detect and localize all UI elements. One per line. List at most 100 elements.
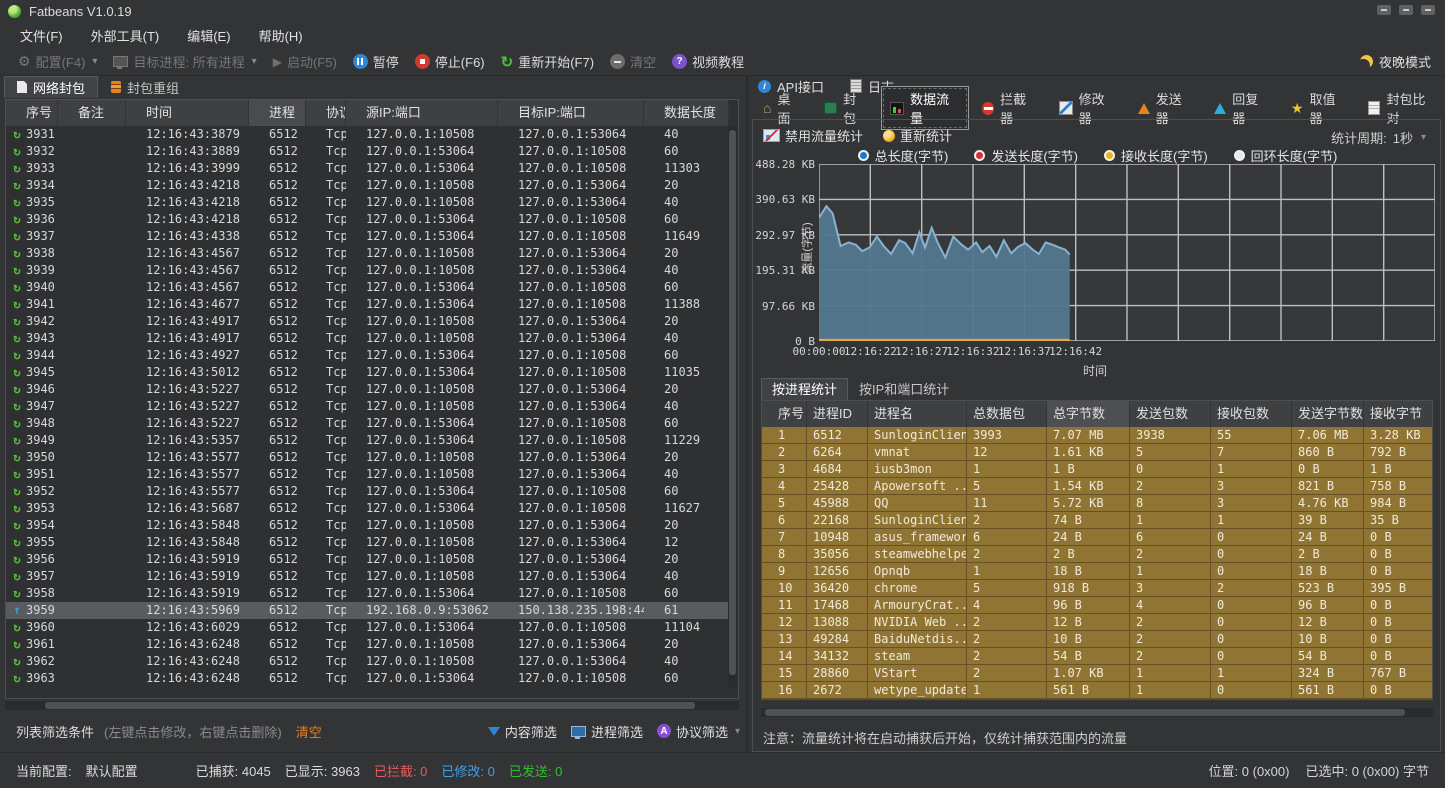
menu-item-3[interactable]: 帮助(H) [259,26,303,45]
packet-row[interactable]: ↻394512:16:43:50126512 (...Tcp127.0.0.1:… [6,364,729,381]
stats-row[interactable]: 1349284BaiduNetdis...210 B2010 B0 B [762,631,1432,648]
stats-column-header-4[interactable]: 总字节数 [1047,401,1130,427]
stats-column-header-0[interactable]: 序号 [762,401,807,427]
stats-row[interactable]: 1117468ArmouryCrat...496 B4096 B0 B [762,597,1432,614]
packet-row[interactable]: ↻394812:16:43:52276512 (...Tcp127.0.0.1:… [6,415,729,432]
column-header-5[interactable]: 源IP:端口 [346,100,498,126]
packet-row[interactable]: ↻395612:16:43:59196512 (...Tcp127.0.0.1:… [6,551,729,568]
minimize-button[interactable] [1377,5,1391,15]
stats-column-header-6[interactable]: 接收包数 [1211,401,1292,427]
packet-row[interactable]: ↻394712:16:43:52276512 (...Tcp127.0.0.1:… [6,398,729,415]
packet-row[interactable]: ↻396112:16:43:62486512 (...Tcp127.0.0.1:… [6,636,729,653]
stats-row[interactable]: 622168SunloginClient274 B1139 B35 B [762,512,1432,529]
target-process-selector[interactable]: 目标进程: 所有进程 [113,52,256,71]
disable-stats-button[interactable]: 禁用流量统计 [763,126,863,145]
column-header-0[interactable]: 序号 [6,100,58,126]
packet-row[interactable]: ↻395212:16:43:55776512 (...Tcp127.0.0.1:… [6,483,729,500]
night-mode-toggle[interactable]: 夜晚模式 [1360,52,1431,71]
column-header-1[interactable]: 备注 [58,100,126,126]
stats-row[interactable]: 1434132steam254 B2054 B0 B [762,648,1432,665]
vertical-scrollbar[interactable] [728,126,737,687]
packet-row[interactable]: ↻395812:16:43:59196512 (...Tcp127.0.0.1:… [6,585,729,602]
stop-button[interactable]: 停止(F6) [415,52,485,71]
stats-row[interactable]: 162672wetype_update1561 B10561 B0 B [762,682,1432,699]
stats-row[interactable]: 1213088NVIDIA Web ...212 B2012 B0 B [762,614,1432,631]
menu-item-1[interactable]: 外部工具(T) [91,26,160,45]
stats-row[interactable]: 34684iusb3mon11 B010 B1 B [762,461,1432,478]
packet-row[interactable]: ↻394312:16:43:49176512 (...Tcp127.0.0.1:… [6,330,729,347]
packet-row[interactable]: ↻394212:16:43:49176512 (...Tcp127.0.0.1:… [6,313,729,330]
maximize-button[interactable] [1399,5,1413,15]
packet-row[interactable]: ↻396012:16:43:60296512 (...Tcp127.0.0.1:… [6,619,729,636]
packet-row[interactable]: ↻393812:16:43:45676512 (...Tcp127.0.0.1:… [6,245,729,262]
stats-row[interactable]: 835056steamwebhelper22 B202 B0 B [762,546,1432,563]
packet-row[interactable]: ↻394012:16:43:45676512 (...Tcp127.0.0.1:… [6,279,729,296]
packet-row[interactable]: ↻395412:16:43:58486512 (...Tcp127.0.0.1:… [6,517,729,534]
stats-horizontal-scrollbar[interactable] [761,708,1433,717]
stats-row[interactable]: 26264vmnat121.61 KB57860 B792 B [762,444,1432,461]
stats-tab-1[interactable]: 按IP和端口统计 [848,378,960,400]
config-button[interactable]: ⚙ 配置(F4) [18,52,97,71]
column-header-4[interactable]: 协议 [306,100,346,126]
tab-packet-reassembly[interactable]: 封包重组 [98,76,192,98]
stats-tab-0[interactable]: 按进程统计 [761,378,848,400]
start-button[interactable]: ▶ 启动(F5) [273,52,337,71]
legend-item[interactable]: 发送长度(字节) [974,146,1078,165]
tab-network-packets[interactable]: 网络封包 [4,76,98,98]
restart-button[interactable]: ↻ 重新开始(F7) [501,52,594,71]
packet-row[interactable]: ↻395512:16:43:58486512 (...Tcp127.0.0.1:… [6,534,729,551]
packet-row[interactable]: ↻393912:16:43:45676512 (...Tcp127.0.0.1:… [6,262,729,279]
packet-row[interactable]: ↻395312:16:43:56876512 (...Tcp127.0.0.1:… [6,500,729,517]
stats-row[interactable]: 1036420chrome5918 B32523 B395 B [762,580,1432,597]
stats-column-header-2[interactable]: 进程名 [868,401,967,427]
packet-row[interactable]: ↻394112:16:43:46776512 (...Tcp127.0.0.1:… [6,296,729,313]
stats-column-header-1[interactable]: 进程ID [807,401,868,427]
packet-row[interactable]: ↻393612:16:43:42186512 (...Tcp127.0.0.1:… [6,211,729,228]
packet-row[interactable]: ↻395012:16:43:55776512 (...Tcp127.0.0.1:… [6,449,729,466]
packet-row[interactable]: ↻393712:16:43:43386512 (...Tcp127.0.0.1:… [6,228,729,245]
stats-row[interactable]: 710948asus_framework624 B6024 B0 B [762,529,1432,546]
recount-button[interactable]: 重新统计 [883,126,952,145]
stats-column-header-7[interactable]: 发送字节数 [1292,401,1364,427]
video-tutorial-button[interactable]: ? 视频教程 [672,52,744,71]
stats-row[interactable]: 425428Apowersoft ...51.54 KB23821 B758 B [762,478,1432,495]
pause-button[interactable]: 暂停 [353,52,399,71]
packet-row[interactable]: ↻393112:16:43:38796512 (...Tcp127.0.0.1:… [6,126,729,143]
packet-row[interactable]: ↻393512:16:43:42186512 (...Tcp127.0.0.1:… [6,194,729,211]
stats-row[interactable]: 16512SunloginClient39937.07 MB3938557.06… [762,427,1432,444]
packet-row[interactable]: ↻395112:16:43:55776512 (...Tcp127.0.0.1:… [6,466,729,483]
packet-row[interactable]: ↻394412:16:43:49276512 (...Tcp127.0.0.1:… [6,347,729,364]
packet-row[interactable]: ↻393212:16:43:38896512 (...Tcp127.0.0.1:… [6,143,729,160]
clear-button[interactable]: 清空 [610,52,656,71]
filter-clear-button[interactable]: 清空 [296,722,322,741]
menu-item-2[interactable]: 编辑(E) [187,26,230,45]
close-button[interactable] [1421,5,1435,15]
packet-row[interactable]: ↻393312:16:43:39996512 (...Tcp127.0.0.1:… [6,160,729,177]
menu-item-0[interactable]: 文件(F) [20,26,63,45]
legend-item[interactable]: 总长度(字节) [858,146,949,165]
packet-row[interactable]: ↑395912:16:43:59696512 (...Tcp192.168.0.… [6,602,729,619]
funnel-filter-button[interactable]: 内容筛选 [488,722,557,741]
horizontal-scrollbar[interactable] [5,701,739,710]
column-header-3[interactable]: 进程 [249,100,306,126]
legend-item[interactable]: 回环长度(字节) [1234,146,1338,165]
stats-column-header-8[interactable]: 接收字节 [1364,401,1432,427]
packet-row[interactable]: ↻396212:16:43:62486512 (...Tcp127.0.0.1:… [6,653,729,670]
packet-row[interactable]: ↻395712:16:43:59196512 (...Tcp127.0.0.1:… [6,568,729,585]
column-header-6[interactable]: 目标IP:端口 [498,100,644,126]
monitor-filter-button[interactable]: 进程筛选 [571,722,643,741]
stats-column-header-5[interactable]: 发送包数 [1130,401,1211,427]
packet-row[interactable]: ↻394612:16:43:52276512 (...Tcp127.0.0.1:… [6,381,729,398]
stats-row[interactable]: 912656Opnqb118 B1018 B0 B [762,563,1432,580]
packet-row[interactable]: ↻393412:16:43:42186512 (...Tcp127.0.0.1:… [6,177,729,194]
column-header-2[interactable]: 时间 [126,100,249,126]
period-selector[interactable]: 统计周期: 1秒 [1331,128,1426,147]
stats-row[interactable]: 1528860VStart21.07 KB11324 B767 B [762,665,1432,682]
column-header-7[interactable]: 数据长度 [644,100,729,126]
stats-row[interactable]: 545988QQ115.72 KB834.76 KB984 B [762,495,1432,512]
protocol-filter-button[interactable]: A协议筛选 [657,722,740,741]
legend-item[interactable]: 接收长度(字节) [1104,146,1208,165]
stats-column-header-3[interactable]: 总数据包 [967,401,1047,427]
packet-row[interactable]: ↻394912:16:43:53576512 (...Tcp127.0.0.1:… [6,432,729,449]
packet-row[interactable]: ↻396312:16:43:62486512 (...Tcp127.0.0.1:… [6,670,729,687]
